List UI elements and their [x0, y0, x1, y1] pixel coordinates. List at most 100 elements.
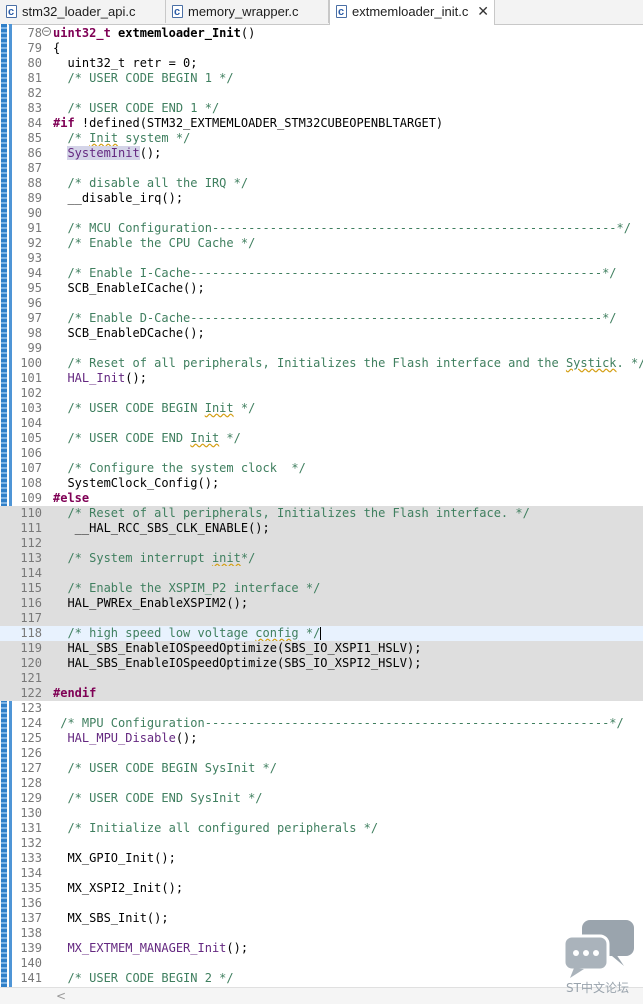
code-token: init: [211, 551, 241, 565]
code-editor[interactable]: 78− uint32_t extmemloader_Init() 79{80 uin…: [0, 24, 643, 987]
code-line[interactable]: 102: [0, 386, 643, 401]
code-line[interactable]: 127 /* USER CODE BEGIN SysInit */: [0, 761, 643, 776]
line-number: 118: [20, 626, 42, 640]
code-line[interactable]: 96: [0, 296, 643, 311]
code-line[interactable]: 91 /* MCU Configuration-----------------…: [0, 221, 643, 236]
code-token: /* USER CODE END 1 */: [67, 101, 220, 115]
code-line[interactable]: 123: [0, 701, 643, 716]
code-line[interactable]: 78− uint32_t extmemloader_Init(): [0, 26, 643, 41]
code-line[interactable]: 115 /* Enable the XSPIM_P2 interface */: [0, 581, 643, 596]
code-token: Init: [190, 431, 220, 445]
code-line[interactable]: 124 /* MPU Configuration----------------…: [0, 716, 643, 731]
code-line[interactable]: 94 /* Enable I-Cache--------------------…: [0, 266, 643, 281]
code-line[interactable]: 108 SystemClock_Config();: [0, 476, 643, 491]
code-line[interactable]: 130: [0, 806, 643, 821]
code-line[interactable]: 98 SCB_EnableDCache();: [0, 326, 643, 341]
code-line[interactable]: 128: [0, 776, 643, 791]
close-tab-icon[interactable]: ✕: [477, 0, 489, 23]
code-line[interactable]: 129 /* USER CODE END SysInit */: [0, 791, 643, 806]
code-text: MX_SBS_Init();: [53, 911, 168, 926]
tab-memory-wrapper[interactable]: memory_wrapper.c: [166, 0, 329, 24]
code-line[interactable]: 116 HAL_PWREx_EnableXSPIM2();: [0, 596, 643, 611]
code-text: HAL_PWREx_EnableXSPIM2();: [53, 596, 248, 611]
line-number: 129: [20, 791, 42, 805]
line-number: 103: [20, 401, 42, 415]
line-number: 87: [27, 161, 42, 175]
code-line[interactable]: 119 HAL_SBS_EnableIOSpeedOptimize(SBS_IO…: [0, 641, 643, 656]
code-line[interactable]: 99: [0, 341, 643, 356]
code-line[interactable]: 135 MX_XSPI2_Init();: [0, 881, 643, 896]
code-line[interactable]: 139 MX_EXTMEM_MANAGER_Init();: [0, 941, 643, 956]
code-token: Init: [89, 131, 119, 145]
text-caret: [320, 627, 322, 640]
code-line[interactable]: 79 {: [0, 41, 643, 56]
code-token: uint32_t retr = 0;: [53, 56, 198, 70]
code-line[interactable]: 85 /* Init system */: [0, 131, 643, 146]
line-number: 84: [27, 116, 42, 130]
scroll-left-icon[interactable]: <: [56, 988, 66, 1004]
code-line[interactable]: 137 MX_SBS_Init();: [0, 911, 643, 926]
code-line[interactable]: 83 /* USER CODE END 1 */: [0, 101, 643, 116]
code-line[interactable]: 104: [0, 416, 643, 431]
line-number: 126: [20, 746, 42, 760]
line-number: 135: [20, 881, 42, 895]
code-line[interactable]: 95 SCB_EnableICache();: [0, 281, 643, 296]
code-line[interactable]: 118 /* high speed low voltage config */: [0, 626, 643, 641]
code-line[interactable]: 90: [0, 206, 643, 221]
watermark-text: ST中文论坛: [566, 981, 629, 995]
code-line[interactable]: 81 /* USER CODE BEGIN 1 */: [0, 71, 643, 86]
code-line[interactable]: 122 #endif: [0, 686, 643, 701]
code-line[interactable]: 126: [0, 746, 643, 761]
code-line[interactable]: 86 SystemInit();: [0, 146, 643, 161]
line-number: 101: [20, 371, 42, 385]
code-line[interactable]: 89 __disable_irq();: [0, 191, 643, 206]
code-line[interactable]: 100 /* Reset of all peripherals, Initial…: [0, 356, 643, 371]
code-text: HAL_Init();: [53, 371, 146, 386]
code-line[interactable]: 111 __HAL_RCC_SBS_CLK_ENABLE();: [0, 521, 643, 536]
code-line[interactable]: 92 /* Enable the CPU Cache */: [0, 236, 643, 251]
code-line[interactable]: 117: [0, 611, 643, 626]
code-line[interactable]: 134: [0, 866, 643, 881]
code-line[interactable]: 110 /* Reset of all peripherals, Initial…: [0, 506, 643, 521]
code-line[interactable]: 103 /* USER CODE BEGIN Init */: [0, 401, 643, 416]
code-line[interactable]: 114: [0, 566, 643, 581]
code-token: /* USER CODE BEGIN SysInit */: [67, 761, 277, 775]
code-token: HAL_PWREx_EnableXSPIM2();: [53, 596, 249, 610]
code-line[interactable]: 138: [0, 926, 643, 941]
code-token: */: [233, 401, 256, 415]
code-line[interactable]: 84 #if !defined(STM32_EXTMEMLOADER_STM32C…: [0, 116, 643, 131]
code-text: /* MCU Configuration--------------------…: [53, 221, 631, 236]
code-line[interactable]: 131 /* Initialize all configured periphe…: [0, 821, 643, 836]
code-line[interactable]: 105 /* USER CODE END Init */: [0, 431, 643, 446]
horizontal-scrollbar[interactable]: <: [0, 987, 643, 1004]
code-line[interactable]: 97 /* Enable D-Cache--------------------…: [0, 311, 643, 326]
code-token: Systick: [565, 356, 617, 370]
code-line[interactable]: 107 /* Configure the system clock */: [0, 461, 643, 476]
code-line[interactable]: 121: [0, 671, 643, 686]
code-line[interactable]: 80 uint32_t retr = 0;: [0, 56, 643, 71]
code-line[interactable]: 106: [0, 446, 643, 461]
code-line[interactable]: 112: [0, 536, 643, 551]
code-line[interactable]: 109 #else: [0, 491, 643, 506]
code-line[interactable]: 141 /* USER CODE BEGIN 2 */: [0, 971, 643, 986]
code-line[interactable]: 140: [0, 956, 643, 971]
code-line[interactable]: 132: [0, 836, 643, 851]
code-line[interactable]: 87: [0, 161, 643, 176]
fold-toggle-icon[interactable]: −: [42, 27, 51, 37]
code-line[interactable]: 101 HAL_Init();: [0, 371, 643, 386]
line-number: 102: [20, 386, 42, 400]
tab-extmemloader-init[interactable]: extmemloader_init.c ✕: [329, 0, 495, 25]
code-line[interactable]: 88 /* disable all the IRQ */: [0, 176, 643, 191]
code-line[interactable]: 93: [0, 251, 643, 266]
code-line[interactable]: 82: [0, 86, 643, 101]
code-line[interactable]: 120 HAL_SBS_EnableIOSpeedOptimize(SBS_IO…: [0, 656, 643, 671]
code-line[interactable]: 113 /* System interrupt init*/: [0, 551, 643, 566]
code-line[interactable]: 133 MX_GPIO_Init();: [0, 851, 643, 866]
code-line[interactable]: 125 HAL_MPU_Disable();: [0, 731, 643, 746]
code-line[interactable]: 136: [0, 896, 643, 911]
tab-stm32-loader-api[interactable]: stm32_loader_api.c: [0, 0, 166, 24]
